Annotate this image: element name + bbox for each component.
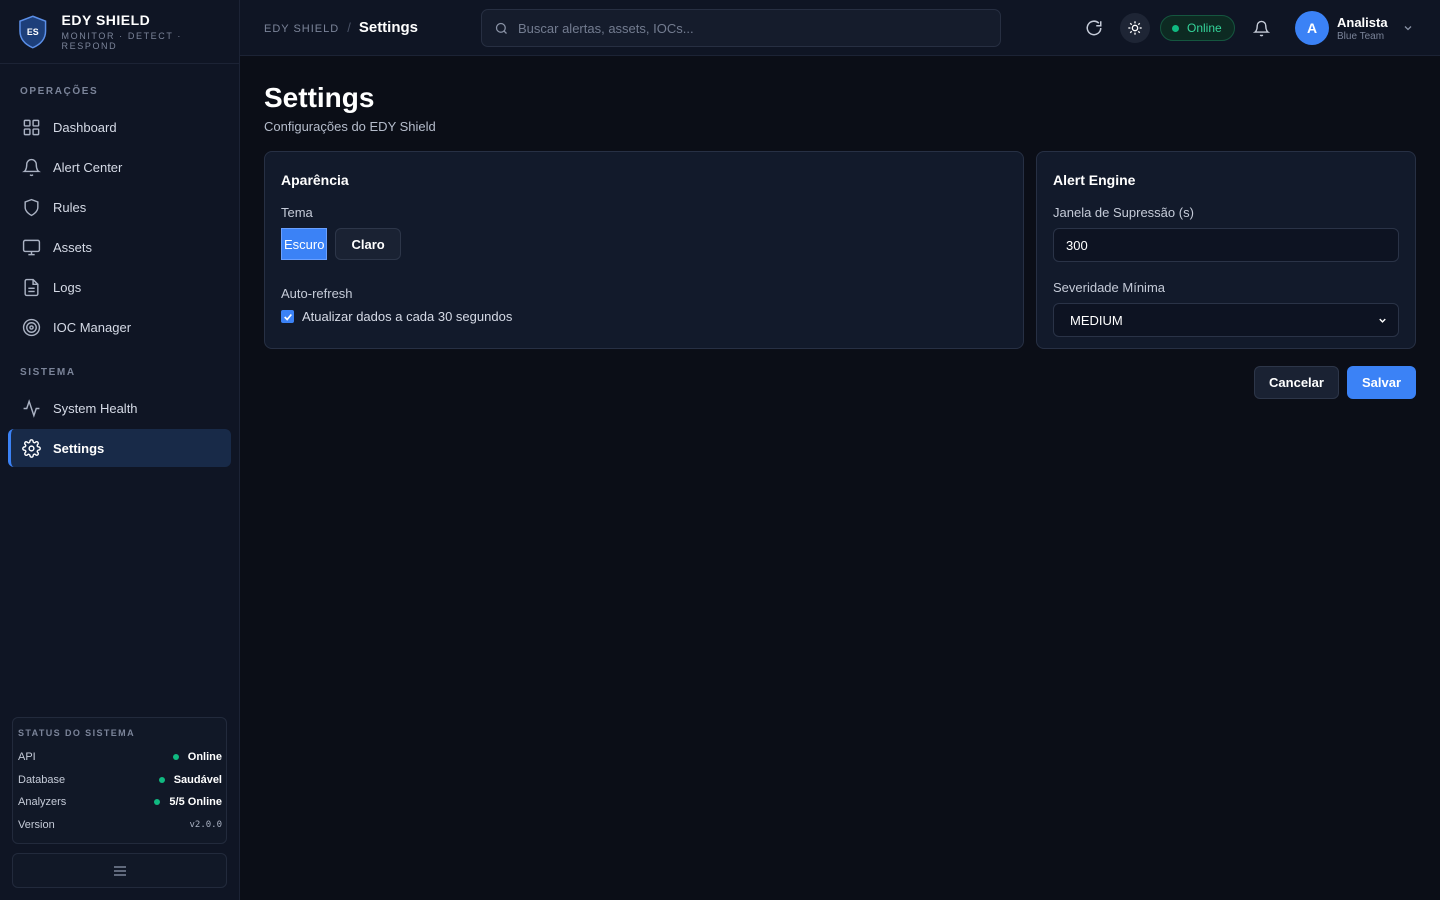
theme-toggle-group: Escuro Claro [281,228,1007,260]
menu-icon [113,865,126,876]
search-bar [481,9,1001,47]
suppression-window-input[interactable]: 300 [1053,228,1399,262]
brand[interactable]: ES EDY SHIELD MONITOR · DETECT · RESPOND [0,0,239,64]
sidebar-item-label: System Health [53,400,138,416]
status-row-version: Version v2.0.0 [18,814,222,837]
search-icon [495,22,507,34]
logo-text: ES [27,26,39,36]
target-icon [22,318,41,336]
alert-engine-card: Alert Engine Janela de Supressão (s) 300… [1036,151,1416,349]
user-role: Blue Team [1337,30,1385,42]
sidebar-item-dashboard[interactable]: Dashboard [8,108,231,146]
suppression-label: Janela de Supressão (s) [1053,205,1194,220]
severity-label: Severidade Mínima [1053,280,1165,295]
brand-name: EDY SHIELD [61,12,151,28]
theme-light-button[interactable]: Claro [335,228,401,260]
connection-status-badge: Online [1160,15,1235,41]
activity-icon [23,398,40,418]
sidebar-item-assets[interactable]: Assets [8,228,231,266]
refresh-icon [1086,20,1102,36]
sidebar-item-settings[interactable]: Settings [8,429,231,467]
bell-icon [1252,20,1270,36]
nav-operations: Dashboard Alert Center Rules Assets Logs… [8,108,231,348]
autorefresh-checkbox[interactable] [281,310,294,323]
status-title: STATUS DO SISTEMA [18,728,135,738]
grid-icon [23,119,40,135]
avatar: A [1295,11,1329,45]
sidebar-item-label: Dashboard [53,119,117,135]
sidebar-item-system-health[interactable]: System Health [8,389,231,427]
sidebar-item-rules[interactable]: Rules [8,188,231,226]
theme-dark-button[interactable]: Escuro [281,228,328,260]
page-subtitle: Configurações do EDY Shield [264,119,436,134]
card-title: Aparência [281,172,349,188]
sidebar-item-label: Logs [53,279,82,295]
topbar: EDY SHIELD / Settings Online A Analista … [240,0,1440,56]
status-label: API [18,751,36,764]
file-icon [24,278,39,296]
shield-icon [24,198,39,216]
autorefresh-option: Atualizar dados a cada 30 segundos [281,309,1007,324]
chevron-down-icon [1379,318,1386,323]
online-dot [1172,24,1179,32]
shield-logo-icon: ES [19,14,47,49]
autorefresh-label: Auto-refresh [281,286,353,301]
sidebar-collapse-button[interactable] [12,853,227,888]
status-row-database: Database Saudável [18,769,222,792]
sidebar-item-label: Rules [53,199,87,215]
notifications-button[interactable] [1247,14,1275,42]
refresh-button[interactable] [1080,14,1108,42]
version-value: v2.0.0 [189,819,222,830]
sidebar-item-label: Assets [53,239,93,255]
save-button[interactable]: Salvar [1347,366,1416,399]
user-menu[interactable]: A Analista Blue Team [1295,11,1414,45]
sidebar-item-label: IOC Manager [53,319,132,335]
cancel-button[interactable]: Cancelar [1254,366,1339,399]
status-dot [154,799,161,806]
brand-tagline: MONITOR · DETECT · RESPOND [61,31,182,51]
status-value: Online [187,751,222,764]
appearance-card: Aparência Tema Escuro Claro Auto-refresh… [264,151,1024,349]
user-name: Analista [1337,14,1388,30]
status-label: Database [18,773,66,786]
breadcrumb-root[interactable]: EDY SHIELD [264,23,339,35]
connection-status-text: Online [1187,21,1222,35]
search-input[interactable] [518,20,988,36]
monitor-icon [22,239,41,255]
theme-label: Tema [281,205,313,220]
status-label: Version [18,818,55,831]
select-value: MEDIUM [1070,312,1123,328]
card-title: Alert Engine [1053,172,1136,188]
nav-system: System Health Settings [8,389,231,469]
sidebar-item-alert-center[interactable]: Alert Center [8,148,231,186]
page-title: Settings [264,82,375,113]
min-severity-select[interactable]: MEDIUM [1053,303,1399,337]
status-row-api: API Online [18,746,222,769]
bell-icon [22,158,41,176]
autorefresh-text: Atualizar dados a cada 30 segundos [302,309,513,324]
status-label: Analyzers [18,796,67,809]
chevron-down-icon [1404,26,1412,31]
status-dot [172,754,179,761]
breadcrumb-separator: / [347,20,351,35]
gear-icon [22,438,41,458]
status-row-analyzers: Analyzers 5/5 Online [18,791,222,814]
section-title-system: SISTEMA [20,367,76,378]
status-value: Saudável [173,773,222,786]
system-status-panel: STATUS DO SISTEMA API Online Database Sa… [12,717,227,844]
sun-icon [1128,21,1142,35]
sidebar-item-label: Settings [53,440,105,456]
status-value: 5/5 Online [169,796,222,809]
sidebar-item-ioc-manager[interactable]: IOC Manager [8,308,231,346]
status-dot [158,776,165,783]
sidebar-item-label: Alert Center [53,159,123,175]
check-icon [283,313,292,321]
breadcrumb-current: Settings [358,19,419,36]
sidebar: ES EDY SHIELD MONITOR · DETECT · RESPOND… [0,0,240,900]
breadcrumb: EDY SHIELD / Settings [264,19,418,36]
theme-toggle-button[interactable] [1120,13,1150,43]
sidebar-item-logs[interactable]: Logs [8,268,231,306]
section-title-operations: OPERAÇÕES [20,86,99,97]
